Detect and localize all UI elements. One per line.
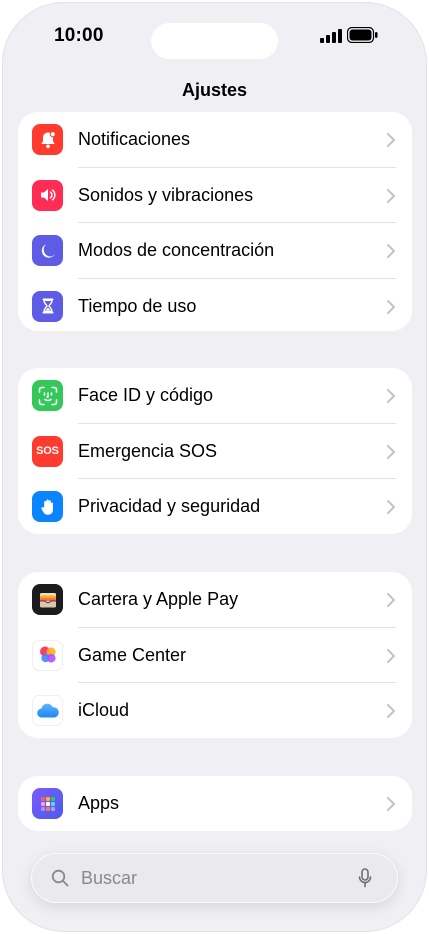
sos-icon: SOS [32, 435, 63, 467]
game-center-icon [32, 639, 63, 671]
row-label: iCloud [78, 700, 130, 720]
chevron-right-icon [387, 133, 395, 147]
chevron-right-icon [387, 593, 395, 607]
search-bar[interactable]: Buscar [31, 853, 398, 903]
dynamic-island [151, 23, 278, 59]
search-placeholder: Buscar [81, 868, 138, 888]
chevron-right-icon [387, 188, 395, 203]
settings-row-game-center[interactable]: Game Center [18, 628, 412, 683]
settings-row-tiempo-de-uso[interactable]: Tiempo de uso [18, 279, 412, 332]
chevron-right-icon [387, 797, 395, 811]
settings-row-apps[interactable]: Apps [18, 776, 412, 831]
faceid-icon [32, 380, 63, 411]
battery-icon [347, 27, 378, 43]
status-time: 10:00 [54, 25, 104, 46]
settings-group-2: Face ID y código SOS Emergencia SOS Priv… [18, 368, 412, 534]
hand-icon [32, 491, 63, 522]
apps-grid-icon [32, 788, 63, 819]
sos-icon-text: SOS [36, 445, 59, 457]
row-label: Apps [78, 793, 120, 813]
row-label: Face ID y código [78, 385, 214, 405]
row-label: Notificaciones [78, 129, 191, 149]
microphone-icon[interactable] [358, 868, 372, 888]
moon-icon [32, 235, 63, 266]
chevron-right-icon [387, 648, 395, 663]
phone-screen: 10:00 Ajustes Notificaciones Sonidos y v… [2, 2, 427, 932]
cellular-signal-icon [320, 29, 342, 43]
chevron-right-icon [387, 299, 395, 314]
chevron-right-icon [387, 444, 395, 459]
chevron-right-icon [387, 500, 395, 514]
speaker-icon [32, 179, 63, 211]
chevron-right-icon [387, 704, 395, 718]
bell-icon [32, 124, 63, 155]
settings-row-emergencia-sos[interactable]: SOS Emergencia SOS [18, 424, 412, 479]
cloud-icon [32, 695, 63, 726]
settings-row-notificaciones[interactable]: Notificaciones [18, 112, 412, 168]
settings-row-sonidos[interactable]: Sonidos y vibraciones [18, 168, 412, 223]
settings-group-4: Apps [18, 776, 412, 831]
settings-row-concentracion[interactable]: Modos de concentración [18, 223, 412, 279]
row-label: Modos de concentración [78, 240, 275, 260]
row-label: Tiempo de uso [78, 295, 197, 316]
row-label: Emergencia SOS [78, 440, 218, 461]
settings-row-face-id[interactable]: Face ID y código [18, 368, 412, 424]
status-bar: 10:00 [2, 2, 427, 72]
settings-row-cartera[interactable]: Cartera y Apple Pay [18, 572, 412, 628]
wallet-icon [32, 584, 63, 615]
search-icon [51, 869, 69, 887]
page-title: Ajustes [181, 80, 248, 100]
settings-row-icloud[interactable]: iCloud [18, 683, 412, 738]
settings-group-3: Cartera y Apple Pay Game Center iCloud [18, 572, 412, 738]
chevron-right-icon [387, 389, 395, 403]
row-label: Privacidad y seguridad [78, 496, 261, 516]
hourglass-icon [32, 290, 63, 322]
chevron-right-icon [387, 244, 395, 258]
settings-group-1: Notificaciones Sonidos y vibraciones Mod… [18, 112, 412, 331]
row-label: Game Center [78, 644, 187, 665]
row-label: Cartera y Apple Pay [78, 589, 239, 609]
settings-row-privacidad[interactable]: Privacidad y seguridad [18, 479, 412, 534]
row-label: Sonidos y vibraciones [78, 184, 254, 205]
